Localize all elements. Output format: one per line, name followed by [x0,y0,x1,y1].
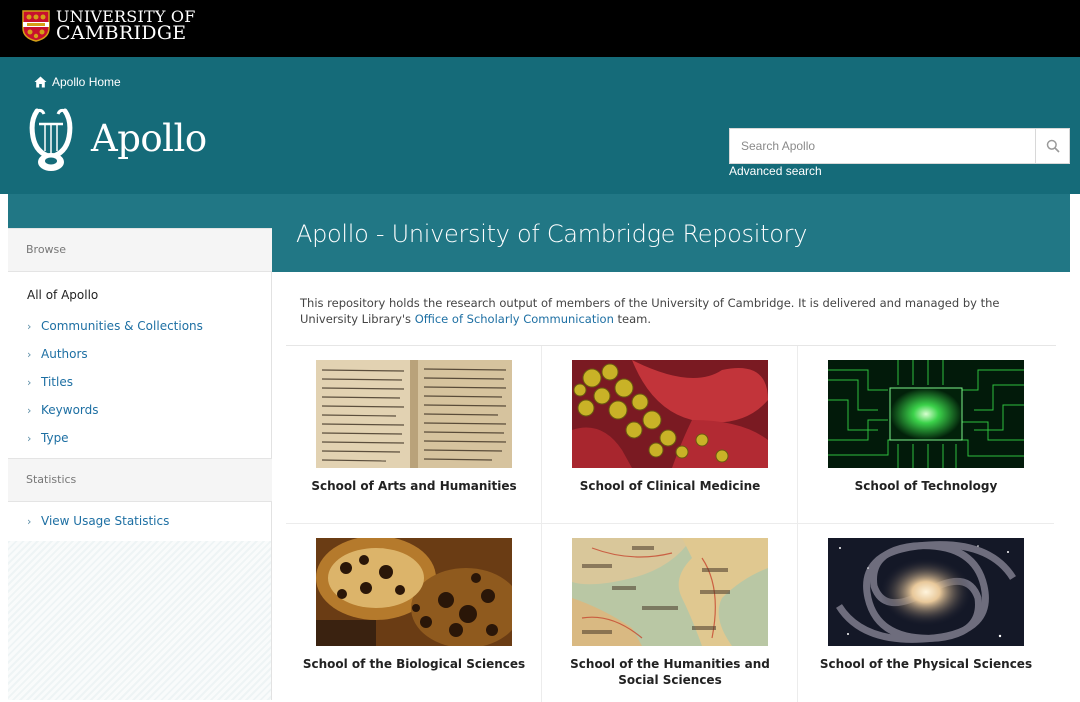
statistics-heading: Statistics [8,458,272,502]
school-arts-humanities-label: School of Arts and Humanities [311,479,517,493]
school-card-clinical-medicine[interactable]: School of Clinical Medicine [542,346,798,524]
browse-communities-link[interactable]: › Communities & Collections [27,319,203,333]
school-card-physical-sciences[interactable]: School of the Physical Sciences [798,524,1054,702]
map-picture [572,538,768,646]
lyre-logo-icon[interactable] [28,107,74,173]
map-image[interactable] [572,538,768,646]
home-icon [34,76,47,88]
bacteria-cells-picture [572,360,768,468]
chevron-right-icon: › [27,375,32,389]
browse-authors-link[interactable]: › Authors [27,347,88,361]
school-card-humanities-social-sciences[interactable]: School of the Humanities and Social Scie… [542,524,798,702]
search-box [729,128,1070,164]
search-input[interactable] [730,129,1035,163]
apollo-brand[interactable]: Apollo [91,117,207,160]
cell-tissue-picture [316,538,512,646]
apollo-home-link[interactable]: Apollo Home [34,75,121,89]
view-usage-statistics-link[interactable]: › View Usage Statistics [27,514,169,528]
school-card-arts-humanities[interactable]: School of Arts and Humanities [286,346,542,524]
page-title-band: Apollo - University of Cambridge Reposit… [272,194,1070,272]
chevron-right-icon: › [27,514,32,528]
school-technology-label: School of Technology [854,479,998,493]
cell-tissue-image[interactable] [316,538,512,646]
intro-paragraph: This repository holds the research outpu… [300,295,1040,327]
university-bar: UNIVERSITY OF CAMBRIDGE [0,0,1080,57]
chevron-right-icon: › [27,431,32,445]
school-physical-sciences-label: School of the Physical Sciences [819,657,1033,671]
manuscript-picture [316,360,512,468]
browse-keywords-link[interactable]: › Keywords [27,403,99,417]
chevron-right-icon: › [27,347,32,361]
galaxy-picture [828,538,1024,646]
browse-authors-label: Authors [41,347,88,361]
intro-text-after: team. [613,312,652,326]
university-wordmark[interactable]: UNIVERSITY OF CAMBRIDGE [56,8,196,44]
main-content: This repository holds the research outpu… [272,272,1070,702]
browse-heading: Browse [8,228,272,272]
all-of-apollo-label: All of Apollo [27,288,99,302]
apollo-header: Apollo Home Apollo Advanced search [0,57,1080,194]
browse-type-label: Type [41,431,69,445]
school-biological-sciences-label: School of the Biological Sciences [302,657,526,671]
galaxy-image[interactable] [828,538,1024,646]
school-humanities-social-sciences-label: School of the Humanities and Social Scie… [570,657,770,687]
school-card-technology[interactable]: School of Technology [798,346,1054,524]
sidebar-pattern-fill [8,541,272,700]
school-card-biological-sciences[interactable]: School of the Biological Sciences [286,524,542,702]
browse-communities-label: Communities & Collections [41,319,203,333]
browse-titles-link[interactable]: › Titles [27,375,73,389]
search-button[interactable] [1035,129,1069,163]
view-usage-statistics-label: View Usage Statistics [41,514,170,528]
office-of-scholarly-communication-link[interactable]: Office of Scholarly Communication [415,312,614,326]
circuit-board-picture [828,360,1024,468]
chevron-right-icon: › [27,403,32,417]
university-line2: CAMBRIDGE [56,22,187,44]
school-clinical-medicine-label: School of Clinical Medicine [579,479,761,493]
apollo-home-label: Apollo Home [52,75,121,89]
advanced-search-link[interactable]: Advanced search [729,164,822,178]
page-title: Apollo - University of Cambridge Reposit… [296,220,808,248]
chevron-right-icon: › [27,319,32,333]
search-icon [1046,139,1060,153]
bacteria-cells-image[interactable] [572,360,768,468]
browse-keywords-label: Keywords [41,403,99,417]
circuit-board-image[interactable] [828,360,1024,468]
browse-titles-label: Titles [41,375,73,389]
browse-type-link[interactable]: › Type [27,431,69,445]
cambridge-shield-logo[interactable] [22,10,50,42]
manuscript-image[interactable] [316,360,512,468]
